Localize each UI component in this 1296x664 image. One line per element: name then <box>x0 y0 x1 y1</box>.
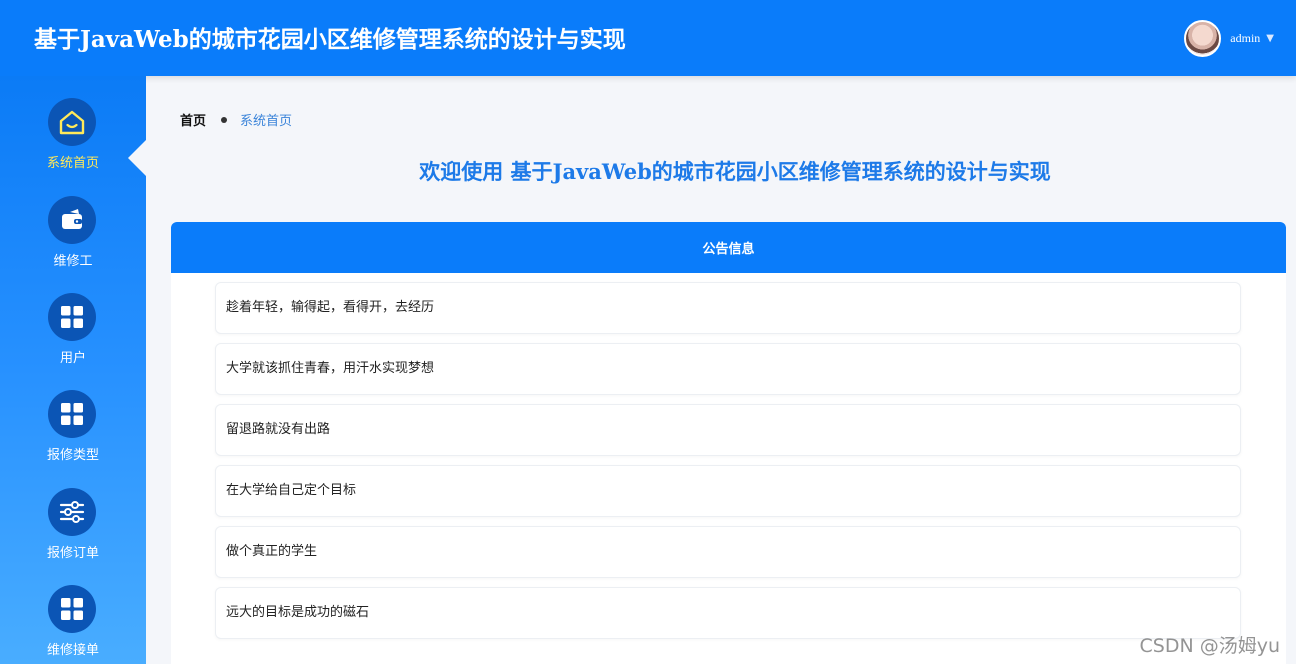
notice-panel-title: 公告信息 <box>171 222 1286 273</box>
sidebar-item-label: 维修工 <box>53 254 93 269</box>
avatar[interactable] <box>1184 19 1222 57</box>
sidebar-item-home[interactable]: 系统首页 <box>0 98 146 188</box>
notice-item[interactable]: 留退路就没有出路 <box>215 404 1241 456</box>
notice-item[interactable]: 远大的目标是成功的磁石 <box>215 587 1241 639</box>
notice-item[interactable]: 大学就该抓住青春，用汗水实现梦想 <box>215 343 1241 395</box>
sliders-icon <box>48 488 96 536</box>
notice-panel-title-text: 公告信息 <box>702 242 755 257</box>
breadcrumb-current: 系统首页 <box>240 114 293 129</box>
notice-item[interactable]: 趁着年轻，输得起，看得开，去经历 <box>215 282 1241 334</box>
sidebar-item-label: 报修类型 <box>46 448 99 463</box>
sidebar: 系统首页 维修工 用户 报修类型 报修订单 维修接单 <box>0 76 146 664</box>
sidebar-item-users[interactable]: 用户 <box>0 293 146 383</box>
watermark: CSDN @汤姆yu <box>1139 635 1281 657</box>
active-indicator <box>128 140 146 176</box>
home-icon <box>48 98 96 146</box>
notice-item[interactable]: 做个真正的学生 <box>215 526 1241 578</box>
sidebar-item-repairman[interactable]: 维修工 <box>0 196 146 286</box>
notice-panel: 公告信息 趁着年轻，输得起，看得开，去经历 大学就该抓住青春，用汗水实现梦想 留… <box>171 222 1286 664</box>
breadcrumb-separator <box>221 116 228 123</box>
sidebar-item-label: 用户 <box>59 351 86 366</box>
user-menu[interactable]: admin ▼ <box>1184 19 1274 57</box>
top-header: 基于JavaWeb的城市花园小区维修管理系统的设计与实现 admin ▼ <box>0 0 1296 76</box>
app-title: 基于JavaWeb的城市花园小区维修管理系统的设计与实现 <box>34 26 626 53</box>
main-content: 首页 系统首页 欢迎使用 基于JavaWeb的城市花园小区维修管理系统的设计与实… <box>146 76 1296 664</box>
sidebar-item-label: 系统首页 <box>46 156 99 171</box>
notice-item[interactable]: 在大学给自己定个目标 <box>215 465 1241 517</box>
chevron-down-icon[interactable]: ▼ <box>1266 33 1274 44</box>
username[interactable]: admin <box>1230 31 1260 46</box>
sidebar-item-repair-accept[interactable]: 维修接单 <box>0 585 146 664</box>
grid-icon <box>48 293 96 341</box>
welcome-heading: 欢迎使用 基于JavaWeb的城市花园小区维修管理系统的设计与实现 <box>419 159 1051 184</box>
wallet-icon <box>48 196 96 244</box>
sidebar-item-label: 报修订单 <box>46 546 99 561</box>
breadcrumb: 首页 系统首页 <box>180 110 292 129</box>
grid-icon <box>48 390 96 438</box>
sidebar-item-label: 维修接单 <box>46 643 99 658</box>
grid-icon <box>48 585 96 633</box>
sidebar-item-repair-type[interactable]: 报修类型 <box>0 390 146 480</box>
breadcrumb-home[interactable]: 首页 <box>180 110 206 129</box>
sidebar-item-repair-orders[interactable]: 报修订单 <box>0 488 146 578</box>
